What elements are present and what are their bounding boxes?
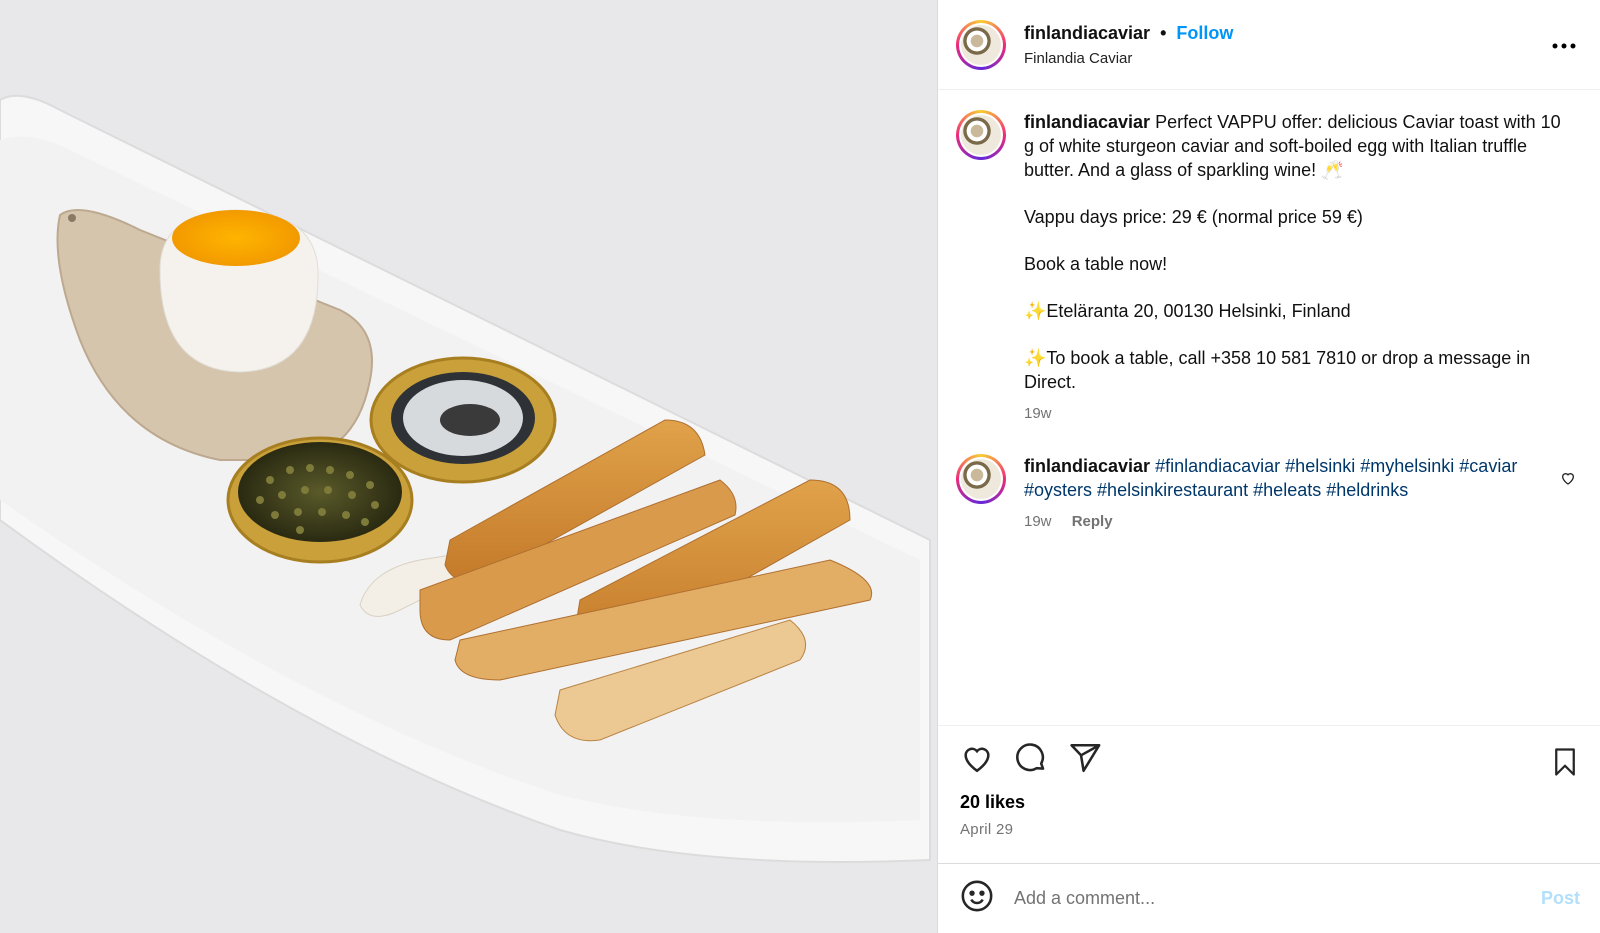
caption-username[interactable]: finlandiacaviar [1024, 112, 1150, 132]
hashtag-link[interactable]: #myhelsinki [1360, 456, 1454, 476]
post-photo [0, 0, 937, 933]
likes-count[interactable]: 20 likes [960, 792, 1580, 813]
avatar[interactable] [956, 454, 1006, 504]
instagram-post-modal: finlandiacaviar • Follow Finlandia Cavia… [0, 0, 1600, 933]
comment-username[interactable]: finlandiacaviar [1024, 456, 1150, 476]
follow-button[interactable]: Follow [1176, 23, 1233, 44]
hashtag-link[interactable]: #heldrinks [1326, 480, 1408, 500]
hashtag-link[interactable]: #finlandiacaviar [1155, 456, 1280, 476]
caption: finlandiacaviar Perfect VAPPU offer: del… [956, 110, 1582, 426]
hashtag-link[interactable]: #helsinkirestaurant [1097, 480, 1248, 500]
small-heart-icon[interactable] [1560, 470, 1576, 491]
reply-button[interactable]: Reply [1072, 513, 1113, 530]
caption-text-4: ✨Eteläranta 20, 00130 Helsinki, Finland [1024, 301, 1351, 321]
actions-bar: 20 likes April 29 [938, 725, 1600, 863]
heart-icon[interactable] [960, 741, 994, 780]
caption-text-2: Vappu days price: 29 € (normal price 59 … [1024, 207, 1363, 227]
header-subtitle: Finlandia Caviar [1024, 49, 1133, 67]
post-date[interactable]: April 29 [960, 821, 1580, 838]
hashtag-link[interactable]: #caviar [1459, 456, 1517, 476]
caption-text-5: ✨To book a table, call +358 10 581 7810 … [1024, 348, 1531, 392]
paper-plane-icon[interactable] [1068, 741, 1102, 780]
separator-dot: • [1160, 22, 1167, 43]
comment-item: finlandiacaviar #finlandiacaviar #helsin… [956, 454, 1582, 534]
hashtag-link[interactable]: #helsinki [1285, 456, 1355, 476]
post-header: finlandiacaviar • Follow Finlandia Cavia… [938, 0, 1600, 90]
comment-input[interactable] [1014, 888, 1541, 909]
avatar[interactable] [956, 110, 1006, 160]
emoji-smiley-icon[interactable] [960, 879, 994, 918]
caption-text-3: Book a table now! [1024, 254, 1168, 274]
comment-bubble-icon[interactable] [1014, 741, 1048, 780]
more-options-icon[interactable] [1552, 30, 1576, 50]
comment-time[interactable]: 19w [1024, 513, 1052, 530]
header-username[interactable]: finlandiacaviar [1024, 23, 1150, 44]
hashtag-link[interactable]: #heleats [1253, 480, 1321, 500]
comments-section: finlandiacaviar Perfect VAPPU offer: del… [938, 90, 1600, 725]
add-comment-bar: Post [938, 863, 1600, 933]
post-sidebar: finlandiacaviar • Follow Finlandia Cavia… [937, 0, 1600, 933]
bookmark-icon[interactable] [1550, 746, 1580, 783]
post-button[interactable]: Post [1541, 888, 1580, 909]
caption-time[interactable]: 19w [1024, 402, 1564, 426]
hashtag-link[interactable]: #oysters [1024, 480, 1092, 500]
caviar-toast-photo [0, 0, 937, 933]
avatar[interactable] [956, 19, 1006, 70]
